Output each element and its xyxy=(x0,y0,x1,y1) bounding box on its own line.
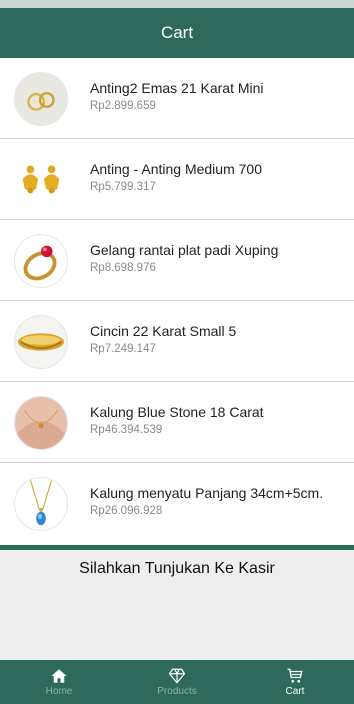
cashier-panel: Silahkan Tunjukan Ke Kasir xyxy=(0,545,354,660)
cashier-message: Silahkan Tunjukan Ke Kasir xyxy=(79,560,275,577)
tab-products[interactable]: Products xyxy=(118,660,236,704)
product-name: Anting - Anting Medium 700 xyxy=(90,161,262,177)
cart-icon xyxy=(287,668,303,683)
tab-label: Products xyxy=(157,686,197,697)
product-name: Cincin 22 Karat Small 5 xyxy=(90,323,237,339)
product-image-gold-band xyxy=(14,315,68,369)
product-price: Rp5.799.317 xyxy=(90,181,156,193)
product-price: Rp26.096.928 xyxy=(90,505,163,517)
product-price: Rp8.698.976 xyxy=(90,262,156,274)
tab-cart[interactable]: Cart xyxy=(236,660,354,704)
cart-item[interactable]: Cincin 22 Karat Small 5 Rp7.249.147 xyxy=(0,301,354,382)
page-title: Cart xyxy=(160,23,194,42)
cart-item[interactable]: Kalung menyatu Panjang 34cm+5cm. Rp26.09… xyxy=(0,463,354,545)
product-image-necklace-blue xyxy=(14,477,68,531)
product-price: Rp2.899.659 xyxy=(90,100,156,112)
cart-item[interactable]: Anting2 Emas 21 Karat Mini Rp2.899.659 xyxy=(0,58,354,139)
product-name: Gelang rantai plat padi Xuping xyxy=(90,242,279,258)
diamond-icon xyxy=(168,668,186,684)
cart-item[interactable]: Anting - Anting Medium 700 Rp5.799.317 xyxy=(0,139,354,220)
product-image-necklace-on-neck xyxy=(14,396,68,450)
product-name: Kalung menyatu Panjang 34cm+5cm. xyxy=(90,485,324,501)
tab-label: Home xyxy=(45,686,73,697)
tab-label: Cart xyxy=(285,686,305,697)
product-price: Rp7.249.147 xyxy=(90,343,156,355)
tab-home[interactable]: Home xyxy=(0,660,118,704)
product-image-earring-mini xyxy=(14,72,68,126)
product-name: Anting2 Emas 21 Karat Mini xyxy=(90,80,264,96)
app-header: Cart xyxy=(0,0,354,58)
cart-item[interactable]: Gelang rantai plat padi Xuping Rp8.698.9… xyxy=(0,220,354,301)
home-icon xyxy=(51,669,67,683)
cart-item[interactable]: Kalung Blue Stone 18 Carat Rp46.394.539 xyxy=(0,382,354,463)
product-image-ring-red xyxy=(14,234,68,288)
cart-list: Anting2 Emas 21 Karat Mini Rp2.899.659 A… xyxy=(0,58,354,545)
product-price: Rp46.394.539 xyxy=(90,424,163,436)
product-image-earring-medium xyxy=(14,153,68,207)
bottom-tab-bar: Home Products Cart xyxy=(0,660,354,704)
product-name: Kalung Blue Stone 18 Carat xyxy=(90,404,264,420)
